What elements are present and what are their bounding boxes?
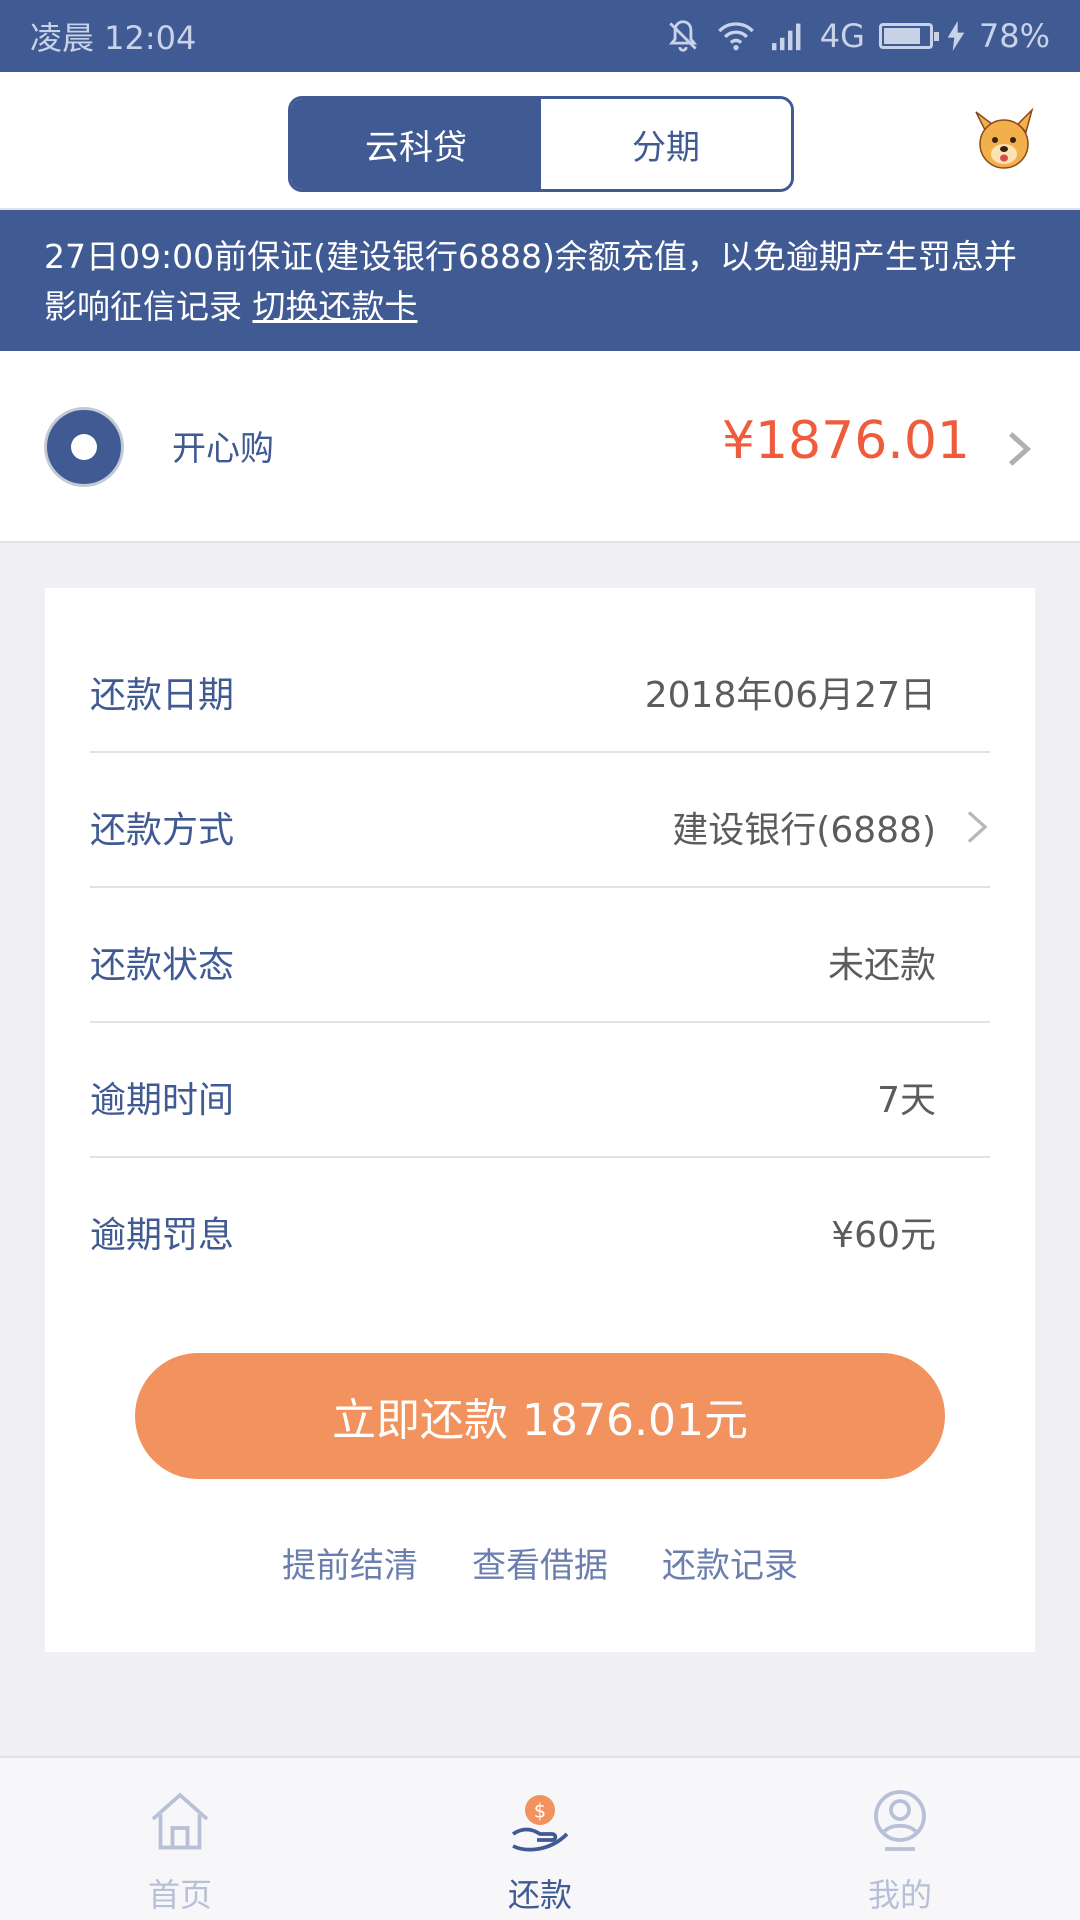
- tab-installment[interactable]: 分期: [541, 99, 791, 189]
- charging-icon: [947, 21, 965, 51]
- nav-repay[interactable]: $ 还款: [360, 1758, 720, 1920]
- repayment-notice: 27日09:00前保证(建设银行6888)余额充值，以免逾期产生罚息并影响征信记…: [0, 210, 1080, 351]
- notice-text: 27日09:00前保证(建设银行6888)余额充值，以免逾期产生罚息并影响征信记…: [44, 237, 1017, 326]
- action-links: 提前结清 查看借据 还款记录: [45, 1538, 1035, 1587]
- detail-label: 还款方式: [90, 810, 235, 851]
- status-icons: 4G 78%: [664, 17, 1050, 55]
- detail-row-date: 还款日期 2018年06月27日: [90, 618, 990, 753]
- detail-row-status: 还款状态 未还款: [90, 888, 990, 1023]
- detail-label: 逾期罚息: [90, 1215, 235, 1256]
- detail-label: 逾期时间: [90, 1080, 235, 1121]
- detail-row-penalty: 逾期罚息 ¥60元: [90, 1158, 990, 1293]
- detail-row-overdue-days: 逾期时间 7天: [90, 1023, 990, 1158]
- repayment-detail-card: 还款日期 2018年06月27日 还款方式 建设银行(6888) 还款状态 未还…: [45, 588, 1035, 1652]
- nav-label: 我的: [867, 1876, 932, 1914]
- loan-name: 开心购: [172, 429, 274, 469]
- detail-row-method[interactable]: 还款方式 建设银行(6888): [90, 753, 990, 888]
- nav-label: 还款: [507, 1876, 572, 1914]
- view-receipt-link[interactable]: 查看借据: [472, 1538, 608, 1587]
- status-bar: 凌晨 12:04 4G 78%: [0, 0, 1080, 72]
- status-time: 凌晨 12:04: [30, 19, 197, 57]
- svg-text:$: $: [534, 1800, 546, 1823]
- loan-amount: ¥1876.01: [721, 411, 970, 471]
- detail-value: 2018年06月27日: [644, 675, 936, 716]
- loan-row[interactable]: 开心购 ¥1876.01: [0, 351, 1080, 543]
- user-profile-icon: [874, 1790, 926, 1851]
- detail-label: 还款日期: [90, 675, 235, 716]
- nav-home[interactable]: 首页: [0, 1758, 360, 1920]
- wifi-icon: [717, 22, 754, 51]
- mascot-avatar-icon[interactable]: [968, 102, 1040, 174]
- detail-label: 还款状态: [90, 945, 235, 986]
- header: 云科贷 分期: [0, 72, 1080, 210]
- detail-value: 未还款: [827, 945, 936, 986]
- early-settle-link[interactable]: 提前结清: [282, 1538, 418, 1587]
- product-switch: 云科贷 分期: [288, 96, 794, 192]
- mute-bell-icon: [668, 20, 697, 52]
- detail-value: 建设银行(6888): [672, 810, 936, 851]
- loan-radio-button[interactable]: [44, 407, 124, 487]
- pay-now-button[interactable]: 立即还款 1876.01元: [135, 1353, 945, 1479]
- repay-hand-coin-icon: $: [511, 1795, 569, 1852]
- bottom-nav: 首页 $ 还款 我的: [0, 1756, 1080, 1920]
- battery-icon: [878, 23, 939, 49]
- network-type: 4G: [819, 17, 865, 55]
- detail-value: ¥60元: [831, 1215, 936, 1256]
- signal-icon: [771, 23, 801, 51]
- nav-mine[interactable]: 我的: [720, 1758, 1080, 1920]
- switch-card-link[interactable]: 切换还款卡: [253, 287, 418, 326]
- tab-yunkedai[interactable]: 云科贷: [291, 99, 541, 189]
- nav-label: 首页: [147, 1876, 212, 1914]
- home-icon: [151, 1792, 209, 1850]
- detail-value: 7天: [877, 1080, 936, 1121]
- repayment-history-link[interactable]: 还款记录: [662, 1538, 798, 1587]
- chevron-right-icon: [967, 811, 988, 843]
- battery-percent: 78%: [978, 17, 1050, 55]
- chevron-right-icon: [1008, 432, 1032, 466]
